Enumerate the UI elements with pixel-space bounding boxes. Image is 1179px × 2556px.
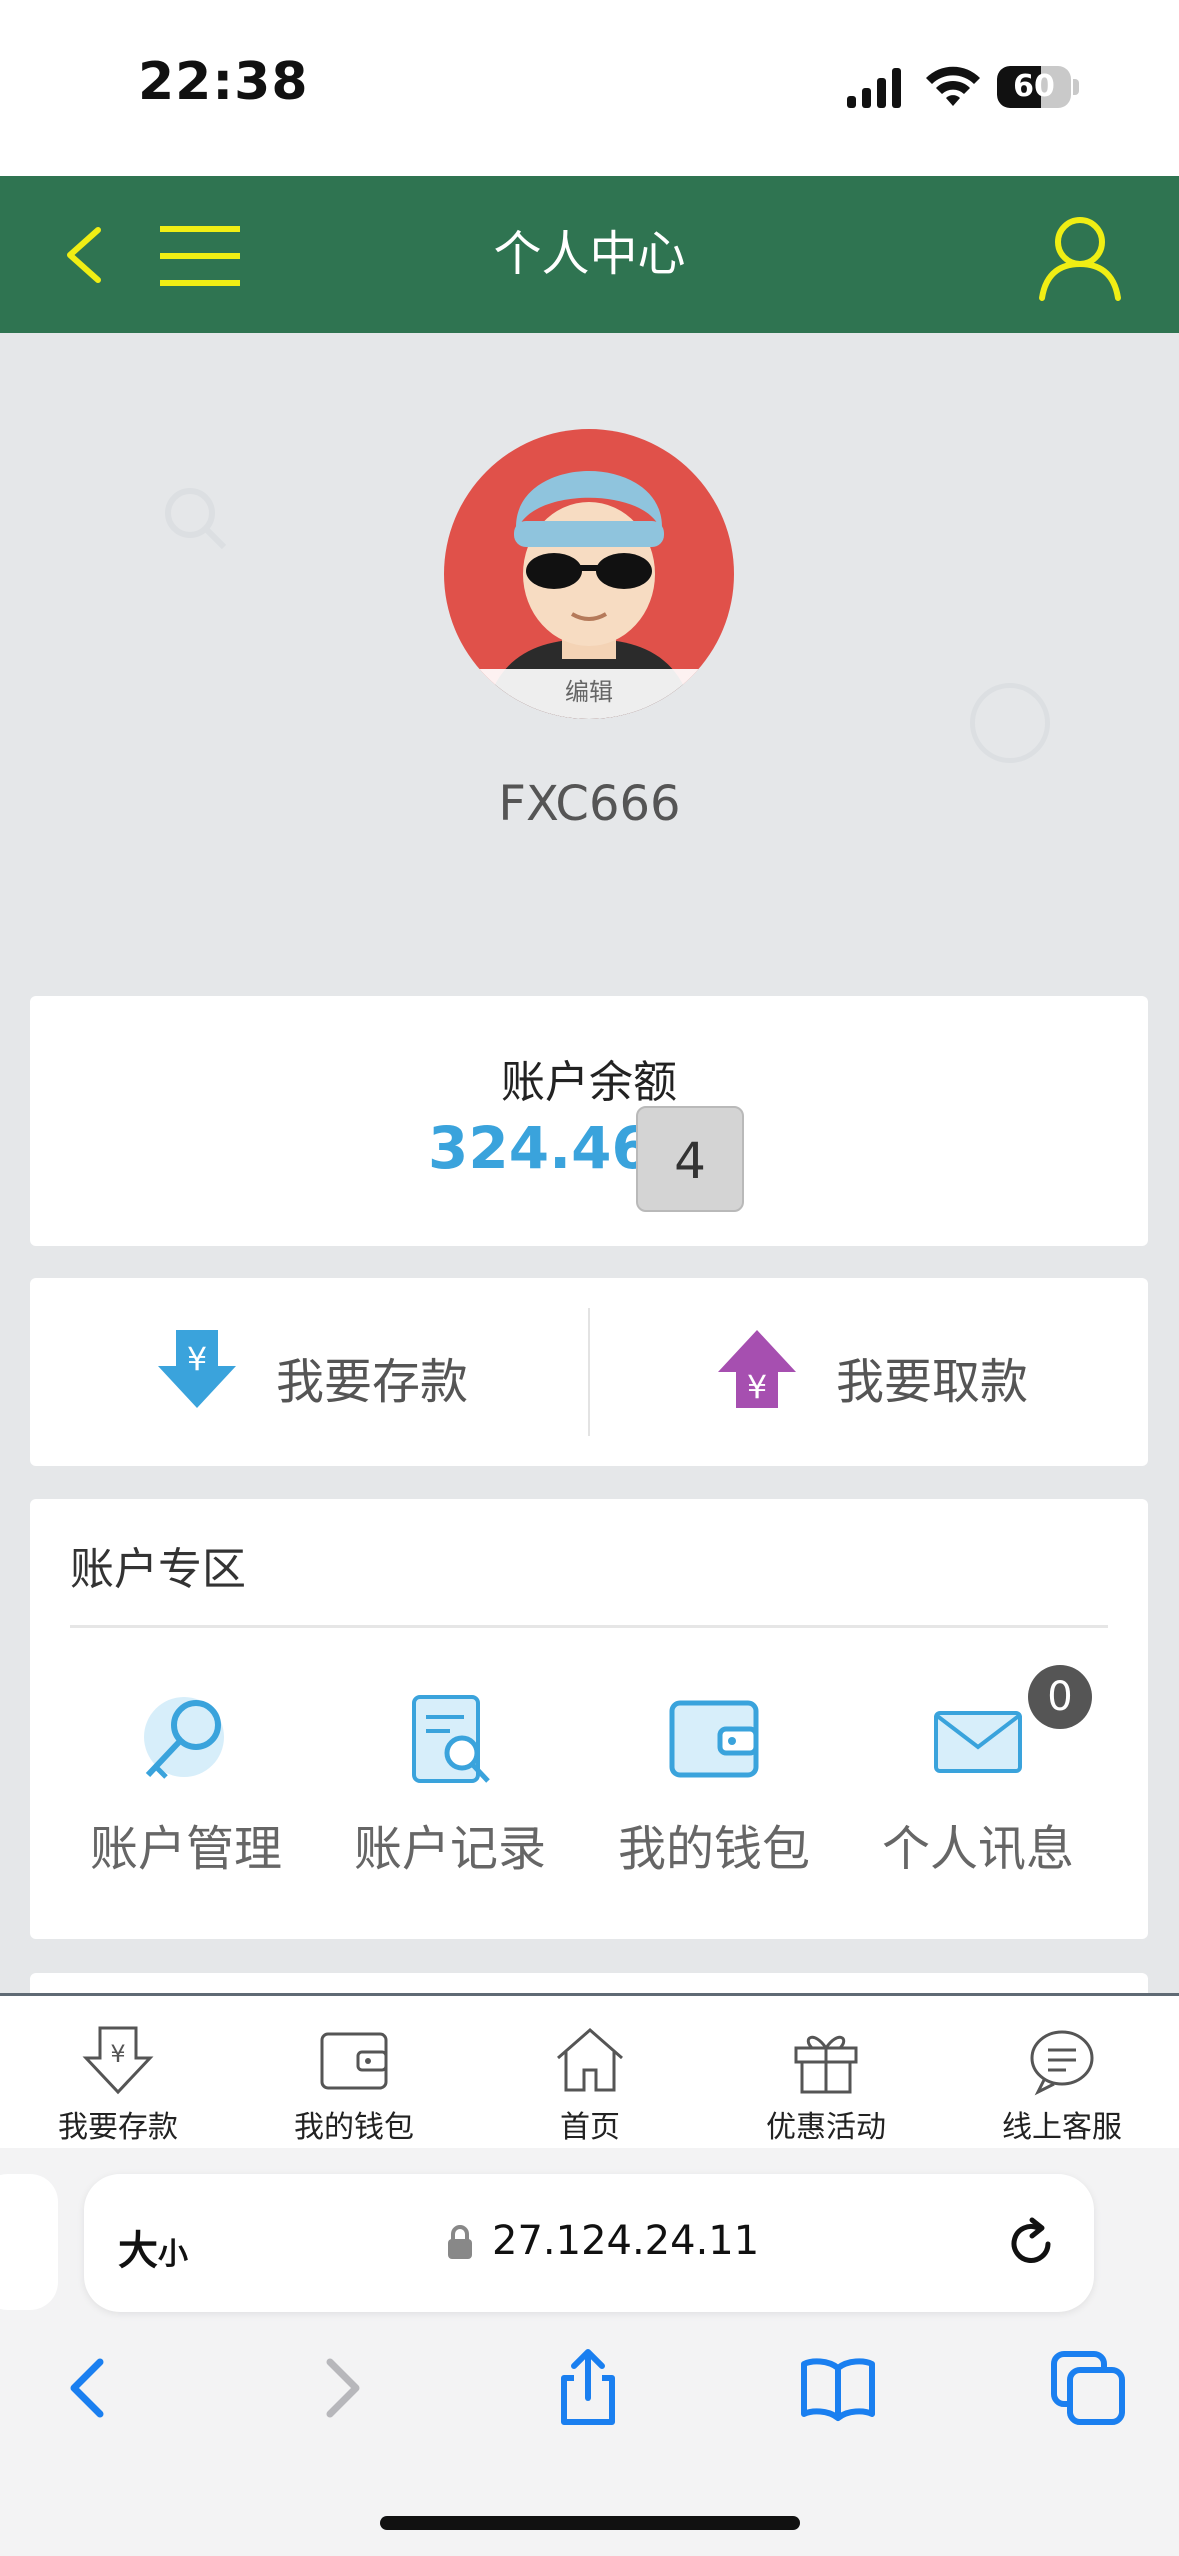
withdraw-button[interactable]: ¥ 我要取款 [590,1278,1148,1466]
balance-amount: 324.46 [428,1114,652,1182]
bookmarks-icon[interactable] [798,2348,878,2428]
key-search-icon [144,1697,224,1779]
account-zone-card: 账户专区 账户管理 账户记录 我的钱包 0 个人讯息 [30,1499,1148,1939]
aa-big: 大 [118,2228,158,2274]
gift-icon [794,2035,858,2094]
battery-icon: 60 [997,66,1079,108]
username: FXC666 [498,776,681,832]
svg-text:¥: ¥ [187,1340,207,1378]
balance-refresh-button[interactable]: 4 [636,1106,744,1212]
aa-small: 小 [158,2237,188,2272]
page-title: 个人中心 [493,226,686,282]
avatar-edit-label[interactable]: 编辑 [444,669,734,719]
quick-actions-card: ¥ 我要存款 ¥ 我要取款 [30,1278,1148,1466]
my-wallet-item[interactable]: 我的钱包 [582,1689,846,1899]
deposit-label: 我要存款 [276,1354,469,1410]
tab-wallet[interactable]: 我的钱包 [236,1996,472,2148]
grid-label: 个人讯息 [881,1821,1074,1877]
cellular-signal-icon [847,68,901,108]
grid-label: 账户管理 [89,1821,282,1877]
browser-chrome: 大小 27.124.24.11 [0,2148,1179,2556]
avatar[interactable]: 编辑 [444,429,734,719]
tab-label: 首页 [560,2110,620,2145]
url-text[interactable]: 27.124.24.11 [492,2218,759,2264]
next-card-edge [30,1973,1148,1993]
tab-promotions[interactable]: 优惠活动 [708,1996,944,2148]
personal-messages-item[interactable]: 0 个人讯息 [846,1665,1110,1899]
deposit-button[interactable]: ¥ 我要存款 [30,1278,588,1466]
reader-size-button[interactable]: 大小 [118,2218,188,2276]
balance-card: 账户余额 324.46 4 [30,996,1148,1246]
wallet-icon [320,2032,388,2090]
tab-deposit[interactable]: ¥ 我要存款 [0,1996,236,2148]
account-management-item[interactable]: 账户管理 [54,1689,318,1899]
nav-bar: 个人中心 [0,176,1179,333]
faded-search-icon [165,488,227,550]
page-content: 编辑 FXC666 账户余额 324.46 4 ¥ 我要存款 ¥ 我要取款 账户… [0,333,1179,1993]
grid-label: 账户记录 [353,1821,546,1877]
wifi-icon [926,66,980,106]
account-records-item[interactable]: 账户记录 [318,1689,582,1899]
message-count-badge: 0 [1028,1665,1092,1729]
faded-refresh-icon [970,683,1050,763]
tab-customer-service[interactable]: 线上客服 [944,1996,1179,2148]
browser-forward-icon[interactable] [302,2348,382,2428]
status-bar: 22:38 60 [0,0,1179,176]
document-search-icon [412,1695,490,1783]
balance-label: 账户余额 [501,1057,677,1108]
withdraw-arrow-icon: ¥ [718,1330,796,1408]
tab-label: 我的钱包 [294,2110,414,2145]
home-icon [557,2028,623,2092]
previous-tab-peek[interactable] [0,2174,58,2310]
envelope-icon [934,1711,1022,1773]
tabs-icon[interactable] [1048,2348,1128,2428]
home-indicator [380,2516,800,2530]
tab-home[interactable]: 首页 [472,1996,708,2148]
address-bar[interactable]: 大小 27.124.24.11 [84,2174,1094,2312]
section-divider [70,1625,1108,1628]
tab-label: 线上客服 [1002,2110,1122,2145]
lock-icon [448,2225,472,2259]
svg-text:¥: ¥ [110,2040,125,2068]
tab-label: 我要存款 [58,2110,178,2145]
battery-level: 60 [1013,69,1055,104]
reload-icon[interactable] [1002,2214,1060,2272]
chat-support-icon [1030,2030,1094,2096]
wallet-icon [669,1700,759,1778]
svg-text:¥: ¥ [747,1368,767,1406]
browser-back-icon[interactable] [48,2348,128,2428]
grid-label: 我的钱包 [617,1821,810,1877]
deposit-icon: ¥ [82,2026,154,2095]
tab-label: 优惠活动 [766,2110,886,2145]
bottom-tab-bar: ¥ 我要存款 我的钱包 首页 优惠活动 线上客服 [0,1993,1179,2148]
user-icon[interactable] [1036,212,1124,302]
deposit-arrow-icon: ¥ [158,1330,236,1408]
section-title: 账户专区 [70,1544,246,1595]
share-icon[interactable] [548,2348,628,2428]
status-time: 22:38 [138,52,309,112]
withdraw-label: 我要取款 [836,1354,1029,1410]
